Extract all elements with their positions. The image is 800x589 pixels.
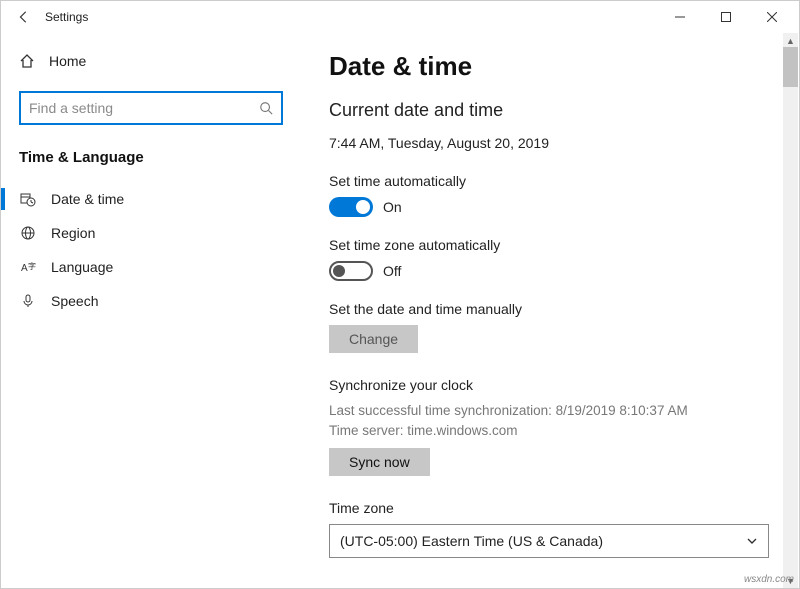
watermark: wsxdn.com (744, 574, 794, 585)
current-datetime-heading: Current date and time (329, 100, 763, 121)
minimize-button[interactable] (657, 1, 703, 33)
sidebar: Home Time & Language Date & time Reg (1, 33, 301, 588)
auto-time-label: Set time automatically (329, 173, 763, 189)
back-icon[interactable] (17, 10, 31, 24)
window-title: Settings (45, 10, 88, 24)
timezone-label: Time zone (329, 500, 763, 516)
search-input[interactable] (29, 100, 259, 116)
sidebar-home[interactable]: Home (1, 43, 301, 79)
sidebar-item-label: Speech (51, 293, 98, 309)
svg-text:字: 字 (28, 261, 36, 271)
auto-tz-state: Off (383, 263, 401, 279)
calendar-clock-icon (19, 191, 37, 207)
svg-text:A: A (21, 263, 28, 274)
scroll-up-icon[interactable]: ▲ (783, 33, 798, 48)
timezone-selected: (UTC-05:00) Eastern Time (US & Canada) (340, 533, 603, 549)
home-icon (19, 53, 35, 69)
sync-server: Time server: time.windows.com (329, 421, 763, 441)
search-box[interactable] (19, 91, 283, 125)
sidebar-item-date-time[interactable]: Date & time (1, 182, 301, 216)
auto-time-toggle[interactable] (329, 197, 373, 217)
page-title: Date & time (329, 51, 763, 82)
timezone-select[interactable]: (UTC-05:00) Eastern Time (US & Canada) (329, 524, 769, 558)
home-label: Home (49, 53, 86, 69)
language-icon: A字 (19, 259, 37, 275)
current-datetime-value: 7:44 AM, Tuesday, August 20, 2019 (329, 135, 763, 151)
search-icon (259, 101, 273, 115)
chevron-down-icon (746, 535, 758, 547)
sync-last: Last successful time synchronization: 8/… (329, 401, 763, 421)
auto-time-state: On (383, 199, 402, 215)
change-button[interactable]: Change (329, 325, 418, 353)
sync-heading: Synchronize your clock (329, 377, 763, 393)
scrollbar-thumb[interactable] (783, 47, 798, 87)
globe-icon (19, 225, 37, 241)
manual-datetime-label: Set the date and time manually (329, 301, 763, 317)
titlebar: Settings (1, 1, 799, 33)
sidebar-category: Time & Language (1, 143, 301, 182)
maximize-button[interactable] (703, 1, 749, 33)
sidebar-item-language[interactable]: A字 Language (1, 250, 301, 284)
microphone-icon (19, 293, 37, 309)
sidebar-item-region[interactable]: Region (1, 216, 301, 250)
sidebar-item-label: Date & time (51, 191, 124, 207)
close-button[interactable] (749, 1, 795, 33)
auto-tz-label: Set time zone automatically (329, 237, 763, 253)
scrollbar[interactable]: ▲ ▼ (783, 33, 798, 588)
sidebar-item-label: Region (51, 225, 95, 241)
sidebar-item-speech[interactable]: Speech (1, 284, 301, 318)
sync-now-button[interactable]: Sync now (329, 448, 430, 476)
sidebar-item-label: Language (51, 259, 113, 275)
auto-tz-toggle[interactable] (329, 261, 373, 281)
main-content: Date & time Current date and time 7:44 A… (301, 33, 799, 588)
